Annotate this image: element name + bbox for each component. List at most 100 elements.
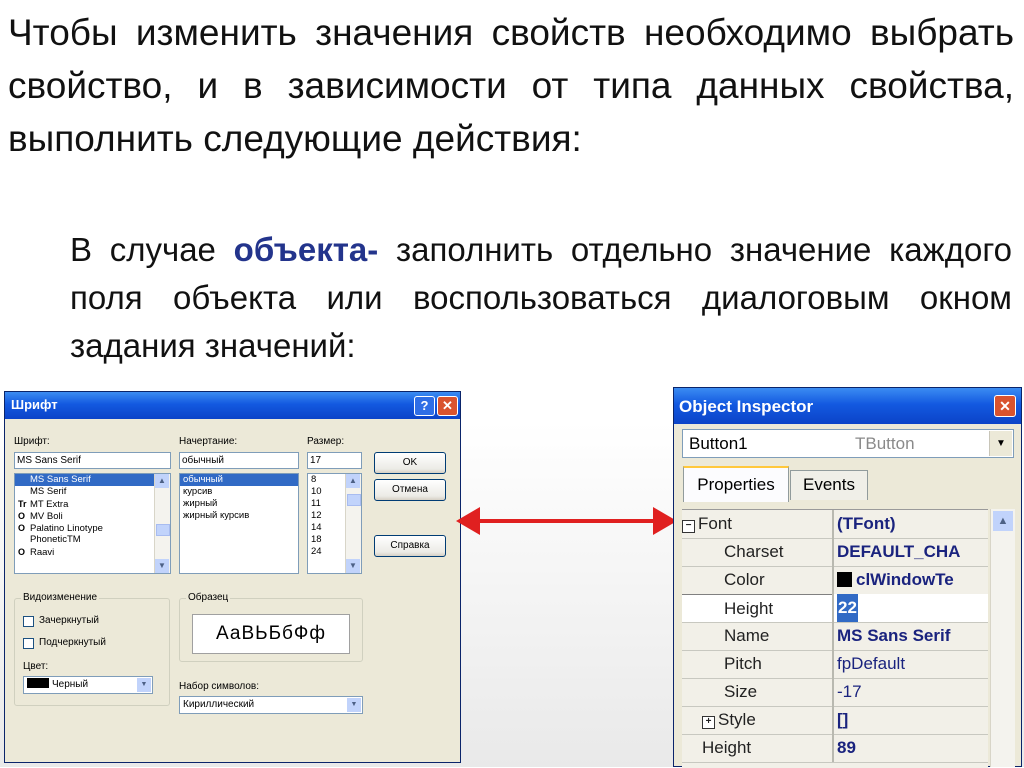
property-row[interactable]: Size -17 xyxy=(682,678,988,707)
font-dialog-titlebar[interactable]: Шрифт ? ✕ xyxy=(5,392,460,419)
help-button[interactable]: Справка xyxy=(374,535,446,557)
font-list[interactable]: MS Sans Serif MS Serif Tr MT Extra O MV Boli O… xyxy=(14,473,171,574)
scroll-thumb[interactable] xyxy=(156,524,170,536)
property-name: Size xyxy=(724,682,758,701)
style-list-item[interactable]: обычный xyxy=(180,474,298,486)
color-swatch xyxy=(27,678,49,688)
property-name: Height xyxy=(702,738,752,757)
cancel-button[interactable]: Отмена xyxy=(374,479,446,501)
property-name: Color xyxy=(724,570,765,589)
property-value[interactable]: clWindowTe xyxy=(837,566,988,594)
component-select[interactable]: Button1 TButton ▼ xyxy=(682,429,1014,458)
property-value[interactable]: MS Sans Serif xyxy=(837,622,988,650)
font-list-item[interactable]: MS Sans Serif xyxy=(15,474,170,486)
property-row[interactable]: Charset DEFAULT_CHA xyxy=(682,538,988,567)
ok-button[interactable]: OK xyxy=(374,452,446,474)
property-value[interactable]: [] xyxy=(837,706,988,734)
property-value[interactable]: fpDefault xyxy=(837,650,988,678)
font-list-item[interactable]: Tr MT Extra xyxy=(15,498,170,510)
collapse-icon[interactable]: − xyxy=(682,520,695,533)
font-list-scrollbar[interactable]: ▲ ▼ xyxy=(154,474,170,573)
property-value[interactable]: -17 xyxy=(837,678,988,706)
strikeout-checkbox[interactable] xyxy=(23,616,34,627)
help-icon[interactable]: ? xyxy=(414,396,435,416)
font-list-item[interactable]: PhoneticTM xyxy=(15,534,170,546)
font-list-item[interactable]: O MV Boli xyxy=(15,510,170,522)
size-list[interactable]: 8 10 11 12 14 18 24 ▲ ▼ xyxy=(307,473,362,574)
font-list-item[interactable]: O Palatino Linotype xyxy=(15,522,170,534)
property-name: Height xyxy=(682,594,832,622)
scroll-down-icon[interactable]: ▼ xyxy=(346,559,360,573)
sample-label: Образец xyxy=(186,592,231,603)
property-name: Name xyxy=(724,626,770,645)
object-inspector-titlebar[interactable]: Object Inspector ✕ xyxy=(674,388,1021,424)
font-label: Шрифт: xyxy=(14,436,50,447)
chevron-down-icon[interactable]: ▼ xyxy=(347,698,361,712)
property-row[interactable]: Color clWindowTe xyxy=(682,566,988,595)
font-list-item[interactable]: O Raavi xyxy=(15,546,170,558)
tab-events[interactable]: Events xyxy=(790,470,868,500)
style-list-item[interactable]: жирный курсив xyxy=(180,510,298,522)
font-input[interactable]: MS Sans Serif xyxy=(14,452,171,469)
property-value-editor[interactable]: 22 xyxy=(837,594,988,622)
charset-label: Набор символов: xyxy=(179,681,260,692)
property-grid[interactable]: − Font (TFont) Charset DEFAULT_CHA Color … xyxy=(682,509,988,768)
underline-checkbox[interactable] xyxy=(23,638,34,649)
style-list[interactable]: обычный курсив жирный жирный курсив xyxy=(179,473,299,574)
size-input[interactable]: 17 xyxy=(307,452,362,469)
sample-preview: АаВЬБбФф xyxy=(192,614,350,654)
style-list-item[interactable]: курсив xyxy=(180,486,298,498)
font-dialog: Шрифт ? ✕ Шрифт: MS Sans Serif MS Sans S… xyxy=(4,391,461,763)
property-row[interactable]: Pitch fpDefault xyxy=(682,650,988,679)
close-icon[interactable]: ✕ xyxy=(994,395,1016,417)
property-grid-scrollbar[interactable]: ▲ xyxy=(990,509,1015,767)
font-type-icon: O xyxy=(18,511,26,521)
property-row[interactable]: Height 89 xyxy=(682,734,988,763)
color-label: Цвет: xyxy=(23,661,49,672)
sub-emphasis: объекта- xyxy=(233,231,379,268)
object-inspector-title: Object Inspector xyxy=(679,397,814,416)
property-row[interactable]: Name MS Sans Serif xyxy=(682,622,988,651)
property-edit-text[interactable]: 22 xyxy=(837,594,858,622)
property-value[interactable]: 89 xyxy=(837,734,988,762)
property-value[interactable]: DEFAULT_CHA xyxy=(837,538,988,566)
expand-icon[interactable]: + xyxy=(702,716,715,729)
font-dialog-title: Шрифт xyxy=(11,397,58,412)
font-list-item[interactable]: MS Serif xyxy=(15,486,170,498)
style-label: Начертание: xyxy=(179,436,238,447)
property-name: − Font xyxy=(682,510,832,538)
font-type-icon: O xyxy=(18,547,26,557)
scroll-down-icon[interactable]: ▼ xyxy=(155,559,169,573)
color-select[interactable]: Черный ▼ xyxy=(23,676,153,694)
scroll-up-icon[interactable]: ▲ xyxy=(346,474,360,488)
scroll-up-icon[interactable]: ▲ xyxy=(993,511,1013,531)
property-name: Pitch xyxy=(724,654,762,673)
underline-label: Подчеркнутый xyxy=(39,637,106,648)
charset-select[interactable]: Кириллический ▼ xyxy=(179,696,363,714)
property-row-selected[interactable]: Height 22 xyxy=(682,594,988,623)
sub-prefix: В случае xyxy=(70,231,234,268)
property-name: + Style xyxy=(682,706,832,734)
tab-properties[interactable]: Properties xyxy=(683,466,789,502)
chevron-down-icon[interactable]: ▼ xyxy=(989,431,1012,456)
scroll-thumb[interactable] xyxy=(347,494,361,506)
effects-group: Видоизменение Зачеркнутый Подчеркнутый Ц… xyxy=(14,592,170,706)
chevron-down-icon[interactable]: ▼ xyxy=(137,678,151,692)
object-inspector: Object Inspector ✕ Button1 TButton ▼ Pro… xyxy=(673,387,1022,768)
component-type: TButton xyxy=(855,434,915,453)
property-row[interactable]: − Font (TFont) xyxy=(682,510,988,539)
style-input[interactable]: обычный xyxy=(179,452,299,469)
property-value[interactable]: (TFont) xyxy=(837,510,988,538)
effects-label: Видоизменение xyxy=(21,592,100,603)
component-name: Button1 xyxy=(689,434,748,453)
size-list-scrollbar[interactable]: ▲ ▼ xyxy=(345,474,361,573)
font-type-icon: Tr xyxy=(18,499,27,509)
scroll-up-icon[interactable]: ▲ xyxy=(155,474,169,488)
style-list-item[interactable]: жирный xyxy=(180,498,298,510)
intro-text: Чтобы изменить значения свойств необходи… xyxy=(8,12,1014,159)
property-row[interactable]: + Style [] xyxy=(682,706,988,735)
double-arrow-icon xyxy=(456,507,677,535)
close-icon[interactable]: ✕ xyxy=(437,396,458,416)
charset-value: Кириллический xyxy=(183,699,255,710)
strikeout-label: Зачеркнутый xyxy=(39,615,99,626)
